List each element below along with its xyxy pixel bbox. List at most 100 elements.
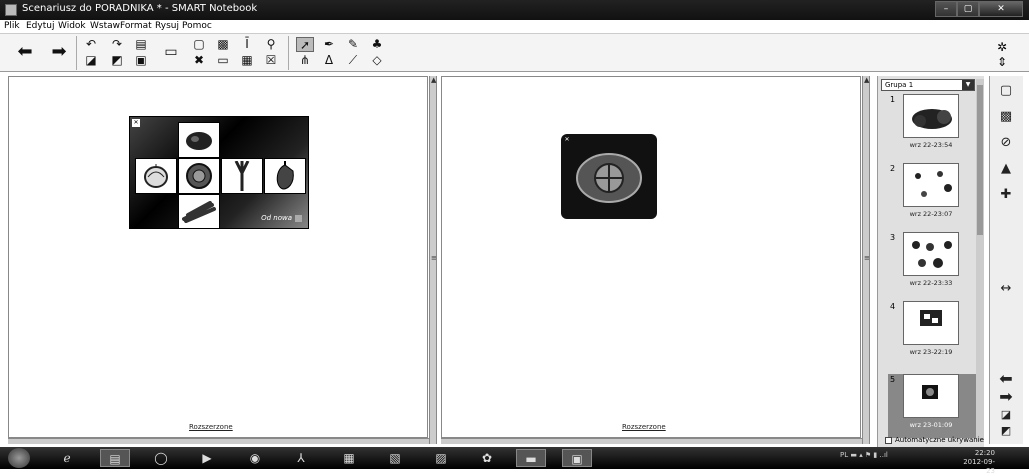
left-page[interactable]: ✕ Od nowa Rozszerzone [8, 76, 428, 438]
language-indicator[interactable]: PL [840, 451, 848, 459]
insert-picture-icon[interactable]: ▩ [214, 37, 232, 52]
word-icon[interactable]: ▨ [426, 449, 456, 467]
ie-icon[interactable]: ℯ [52, 449, 82, 467]
page-thumbnail-4[interactable]: 4 wrz 23-22:19 [888, 301, 976, 373]
page-thumbnail-3[interactable]: 3 wrz 22-23:33 [888, 232, 976, 304]
acrobat-icon[interactable]: ⅄ [286, 449, 316, 467]
thumbnail-number: 4 [890, 302, 896, 311]
menu-format[interactable]: Format [120, 21, 152, 31]
publisher-icon[interactable]: ▧ [380, 449, 410, 467]
save-icon[interactable]: ▣ [132, 53, 150, 68]
move-sidebar-icon[interactable]: ↔ [995, 278, 1017, 300]
close-button[interactable]: ✕ [979, 1, 1023, 17]
menu-wstaw[interactable]: Wstaw [90, 21, 120, 31]
sorter-scrollbar[interactable] [976, 79, 984, 441]
display-icon[interactable]: ▭ [160, 38, 182, 66]
redo-icon[interactable]: ↷ [108, 37, 126, 52]
insert-text-icon[interactable]: Ī [238, 37, 256, 52]
add-page-icon[interactable]: ▢ [190, 37, 208, 52]
thumbnail-date: wrz 23-22:19 [909, 348, 953, 356]
page-thumbnail-5[interactable]: 5 wrz 23-01:09 [888, 374, 976, 438]
tomato-tile[interactable] [178, 122, 220, 158]
menu-bar: Plik Edytuj Widok Wstaw Format Rysuj Pom… [0, 20, 1029, 34]
previous-page-icon[interactable]: ◪ [82, 53, 100, 68]
next-page-icon[interactable]: ◩ [108, 53, 126, 68]
toolbar-move-icon[interactable]: ⇕ [993, 54, 1011, 70]
back-arrow-icon[interactable]: ⬅ [14, 38, 36, 66]
menu-widok[interactable]: Widok [58, 21, 86, 31]
onion-tile[interactable] [135, 158, 177, 194]
menu-pomoc[interactable]: Pomoc [182, 21, 212, 31]
restart-button[interactable]: Od nowa [261, 214, 302, 222]
properties-icon[interactable]: ☒ [262, 53, 280, 68]
thumbnail-image [903, 94, 959, 138]
undo-side-icon[interactable]: ◩ [995, 420, 1017, 442]
autohide-checkbox[interactable]: Automatyczne ukrywanie [885, 436, 984, 444]
page-sorter-tab-icon[interactable]: ▢ [995, 80, 1017, 102]
image-viewer-icon[interactable]: ▬ [516, 449, 546, 467]
eraser-icon[interactable]: ◇ [368, 53, 386, 68]
media-player-icon[interactable]: ▶ [192, 449, 222, 467]
shape-icon[interactable]: Δ [320, 53, 338, 68]
creative-pen-icon[interactable]: ✎ [344, 37, 362, 52]
clock-date: 2012-09-23 [963, 458, 995, 475]
excel-icon[interactable]: ▦ [334, 449, 364, 467]
select-cursor-icon[interactable]: ➚ [296, 37, 314, 52]
paint-icon[interactable]: ✿ [472, 449, 502, 467]
sorter-scroll-thumb[interactable] [977, 85, 983, 235]
menu-plik[interactable]: Plik [4, 21, 20, 31]
menu-edytuj[interactable]: Edytuj [26, 21, 54, 31]
left-page-scrollbar[interactable]: ▲ ≡ [429, 76, 437, 444]
card-close-icon[interactable]: ✕ [563, 136, 571, 144]
shapes-pen-icon[interactable]: ⋔ [296, 53, 314, 68]
thumbnail-date: wrz 22-23:07 [909, 210, 953, 218]
right-page-footer-link[interactable]: Rozszerzone [622, 423, 666, 431]
thumbnail-date: wrz 23-01:09 [909, 421, 953, 429]
group-select[interactable]: Grupa 1 ▼ [881, 79, 975, 91]
widget-close-icon[interactable]: ✕ [132, 119, 140, 127]
vegetable-puzzle-widget[interactable]: ✕ Od nowa [129, 116, 309, 229]
settings-icon[interactable]: ✲ [993, 39, 1011, 55]
page-thumbnail-2[interactable]: 2 wrz 22-23:07 [888, 163, 976, 235]
cabbage-card[interactable]: ✕ [561, 134, 657, 219]
cabbage-icon [186, 163, 212, 189]
gallery-tab-icon[interactable]: ▩ [995, 106, 1017, 128]
opera-icon[interactable]: ◯ [146, 449, 176, 467]
pen-icon[interactable]: ✒ [320, 37, 338, 52]
smart-notebook-task-icon[interactable]: ▣ [562, 449, 592, 467]
forward-arrow-icon[interactable]: ➡ [48, 38, 70, 66]
explorer-icon[interactable]: ▤ [100, 449, 130, 467]
left-page-bottom-bar [8, 438, 429, 444]
pepper-tile[interactable] [264, 158, 306, 194]
autohide-label: Automatyczne ukrywanie [895, 436, 984, 444]
maximize-button[interactable]: ▢ [957, 1, 979, 17]
right-page[interactable]: ✕ Rozszerzone [441, 76, 861, 438]
undo-icon[interactable]: ↶ [82, 37, 100, 52]
attachments-tab-icon[interactable]: ⊘ [995, 132, 1017, 154]
carrot-tile[interactable] [178, 194, 220, 228]
page-thumbnail-1[interactable]: 1 wrz 22-23:54 [888, 94, 976, 166]
right-page-scrollbar[interactable]: ▲ ≡ [862, 76, 870, 444]
table-icon[interactable]: ▦ [238, 53, 256, 68]
minimize-button[interactable]: – [935, 1, 957, 17]
properties-tab-icon[interactable]: ▲ [995, 158, 1017, 180]
screen-shade-icon[interactable]: ▤ [132, 37, 150, 52]
onion-icon [144, 164, 168, 188]
addons-tab-icon[interactable]: ✚ [995, 184, 1017, 206]
menu-rysuj[interactable]: Rysuj [155, 21, 179, 31]
screen-capture-icon[interactable]: ▭ [214, 53, 232, 68]
chrome-icon[interactable]: ◉ [240, 449, 270, 467]
thumbnail-image [903, 232, 959, 276]
line-icon[interactable]: ⟋ [344, 53, 362, 68]
left-page-footer-link[interactable]: Rozszerzone [189, 423, 233, 431]
cabbage-tile[interactable] [178, 158, 220, 194]
delete-icon[interactable]: ✖ [190, 53, 208, 68]
thumbnail-number: 5 [890, 375, 896, 384]
clock[interactable]: 22:20 2012-09-23 [955, 449, 995, 476]
fill-icon[interactable]: ♣ [368, 37, 386, 52]
start-button[interactable] [8, 448, 30, 468]
leek-tile[interactable] [221, 158, 263, 194]
tomato-icon [186, 132, 212, 150]
recognize-icon[interactable]: ⚲ [262, 37, 280, 52]
app-icon [5, 4, 17, 16]
